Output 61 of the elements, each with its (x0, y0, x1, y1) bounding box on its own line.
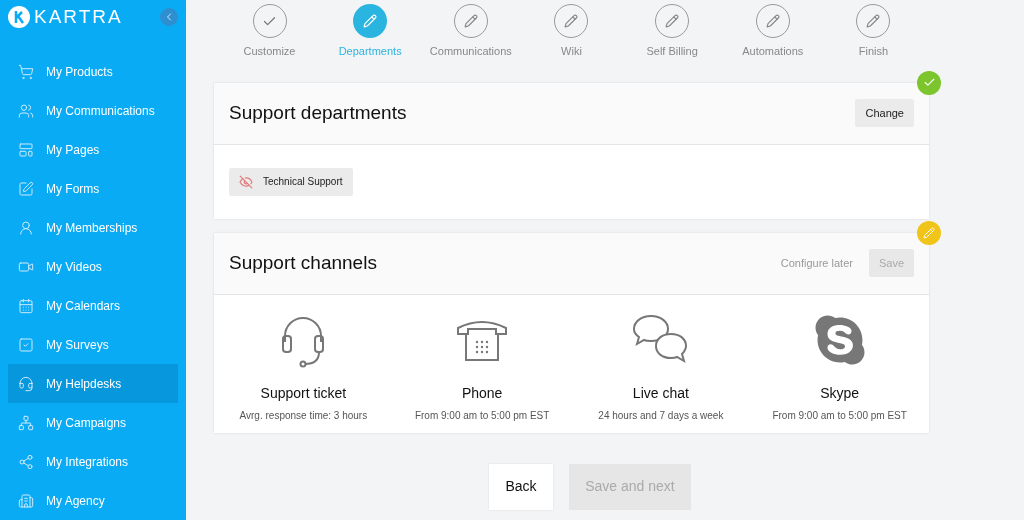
channel-detail: From 9:00 am to 5:00 pm EST (772, 408, 907, 423)
sidebar-item[interactable]: My Surveys (8, 325, 178, 364)
wizard-step[interactable]: Finish (823, 0, 924, 60)
sidebar-label: My Integrations (46, 453, 129, 471)
sidebar-label: My Communications (46, 102, 155, 120)
back-button[interactable]: Back (489, 463, 553, 510)
change-button[interactable]: Change (855, 99, 914, 127)
sidebar-label: My Products (46, 63, 113, 81)
sidebar-label: My Surveys (46, 336, 109, 354)
share-icon (18, 453, 34, 470)
channel-detail: 24 hours and 7 days a week (598, 408, 724, 423)
collapse-button[interactable] (160, 8, 178, 26)
cart-icon (18, 63, 34, 80)
headset-icon (18, 375, 34, 392)
sidebar-item[interactable]: My Helpdesks (8, 364, 178, 403)
browser-window-icon (18, 141, 34, 158)
channel-name: Skype (820, 383, 860, 403)
edit-icon (18, 180, 34, 197)
sidebar-item[interactable]: My Videos (8, 247, 178, 286)
brand-name: KARTRA (34, 4, 123, 29)
card-title: Support departments (229, 100, 407, 125)
hidden-eye-icon (239, 174, 253, 189)
sidebar-item[interactable]: My Forms (8, 169, 178, 208)
wizard-step[interactable]: Communications (420, 0, 521, 60)
wizard-step[interactable]: Automations (722, 0, 823, 60)
wizard-step[interactable]: Self Billing (622, 0, 723, 60)
user-icon (18, 219, 34, 236)
sidebar-label: My Helpdesks (46, 375, 122, 393)
logo-icon (8, 6, 30, 28)
pencil-icon (353, 4, 388, 38)
wizard-step[interactable]: Wiki (521, 0, 622, 60)
hierarchy-icon (18, 414, 34, 431)
sidebar-item[interactable]: My Agency (8, 481, 178, 520)
sidebar-label: My Campaigns (46, 414, 127, 432)
sidebar-label: My Videos (46, 258, 102, 276)
sidebar-label: My Calendars (46, 297, 121, 315)
sidebar-item[interactable]: My Integrations (8, 442, 178, 481)
sidebar-label: My Memberships (46, 219, 138, 237)
configure-later-link[interactable]: Configure later (780, 254, 853, 272)
wizard-step[interactable]: Departments (320, 0, 421, 60)
channel-detail: From 9:00 am to 5:00 pm EST (414, 408, 550, 423)
building-icon (18, 492, 34, 509)
channel-detail: Avrg. response time: 3 hours (239, 408, 368, 423)
sidebar-item[interactable]: My Calendars (8, 286, 178, 325)
sidebar-label: My Pages (46, 141, 100, 159)
sidebar-item[interactable]: My Campaigns (8, 403, 178, 442)
sidebar-item[interactable]: My Pages (8, 130, 178, 169)
people-icon (18, 102, 34, 119)
channel-name: Live chat (632, 383, 689, 403)
department-tag[interactable]: Technical Support (229, 167, 353, 196)
checkbox-icon (18, 336, 34, 353)
calendar-icon (18, 297, 34, 314)
sidebar-item[interactable]: My Communications (8, 91, 178, 130)
sidebar-label: My Forms (46, 180, 100, 198)
wizard-step[interactable]: Customize (219, 0, 320, 60)
card-title: Support channels (229, 250, 377, 275)
sidebar-item[interactable]: My Products (8, 52, 178, 91)
channel-name: Phone (461, 383, 503, 403)
sidebar-label: My Agency (46, 492, 105, 510)
channel-name: Support ticket (260, 383, 347, 403)
sidebar-item[interactable]: My Memberships (8, 208, 178, 247)
